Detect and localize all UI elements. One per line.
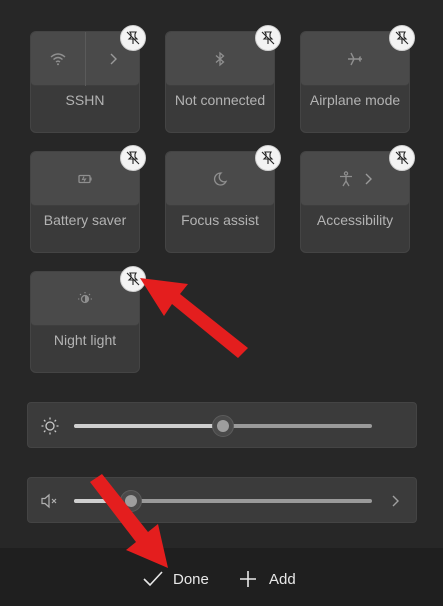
- done-label: Done: [173, 571, 209, 588]
- speaker-muted-icon: [41, 493, 57, 509]
- checkmark-icon: [143, 571, 163, 587]
- unpin-icon: [261, 151, 275, 165]
- unpin-accessibility-button[interactable]: [389, 145, 415, 171]
- unpin-icon: [395, 31, 409, 45]
- unpin-focus-assist-button[interactable]: [255, 145, 281, 171]
- volume-thumb[interactable]: [120, 490, 142, 512]
- brightness-thumb[interactable]: [212, 415, 234, 437]
- wifi-icon: [50, 53, 66, 66]
- night-light-icon: [78, 292, 92, 304]
- chevron-right-icon: [365, 173, 372, 185]
- unpin-icon: [126, 151, 140, 165]
- unpin-bluetooth-button[interactable]: [255, 25, 281, 51]
- wifi-toggle[interactable]: [31, 32, 85, 86]
- unpin-night-light-button[interactable]: [120, 266, 146, 292]
- chevron-right-icon: [110, 53, 117, 65]
- tile-label: Night light: [53, 332, 117, 348]
- tile-label: Focus assist: [181, 212, 259, 228]
- unpin-wifi-button[interactable]: [120, 25, 146, 51]
- annotation-arrow-night-light: [140, 278, 248, 358]
- battery-saver-icon: [78, 174, 92, 184]
- moon-icon: [213, 172, 228, 186]
- unpin-icon: [126, 31, 140, 45]
- unpin-icon: [261, 31, 275, 45]
- tile-label: Accessibility: [316, 212, 394, 228]
- tile-label: Battery saver: [43, 212, 127, 228]
- unpin-battery-saver-button[interactable]: [120, 145, 146, 171]
- brightness-fill: [74, 424, 223, 428]
- tile-label: SSHN: [65, 92, 105, 108]
- tile-label: Airplane mode: [309, 92, 401, 108]
- plus-icon: [240, 571, 256, 587]
- bluetooth-icon: [215, 51, 225, 67]
- tile-label: Not connected: [174, 92, 266, 108]
- chevron-right-icon[interactable]: [386, 492, 404, 510]
- accessibility-icon: [340, 171, 352, 187]
- brightness-icon: [41, 417, 59, 435]
- done-button[interactable]: Done: [142, 568, 214, 590]
- unpin-icon: [126, 272, 140, 286]
- unpin-airplane-button[interactable]: [389, 25, 415, 51]
- brightness-slider-row: [27, 402, 417, 448]
- footer-bar: Done Add: [0, 548, 443, 606]
- add-label: Add: [269, 571, 296, 588]
- airplane-icon: [348, 52, 362, 66]
- volume-slider-row: [27, 477, 417, 523]
- add-button[interactable]: Add: [238, 568, 302, 590]
- volume-track[interactable]: [74, 499, 372, 503]
- unpin-icon: [395, 151, 409, 165]
